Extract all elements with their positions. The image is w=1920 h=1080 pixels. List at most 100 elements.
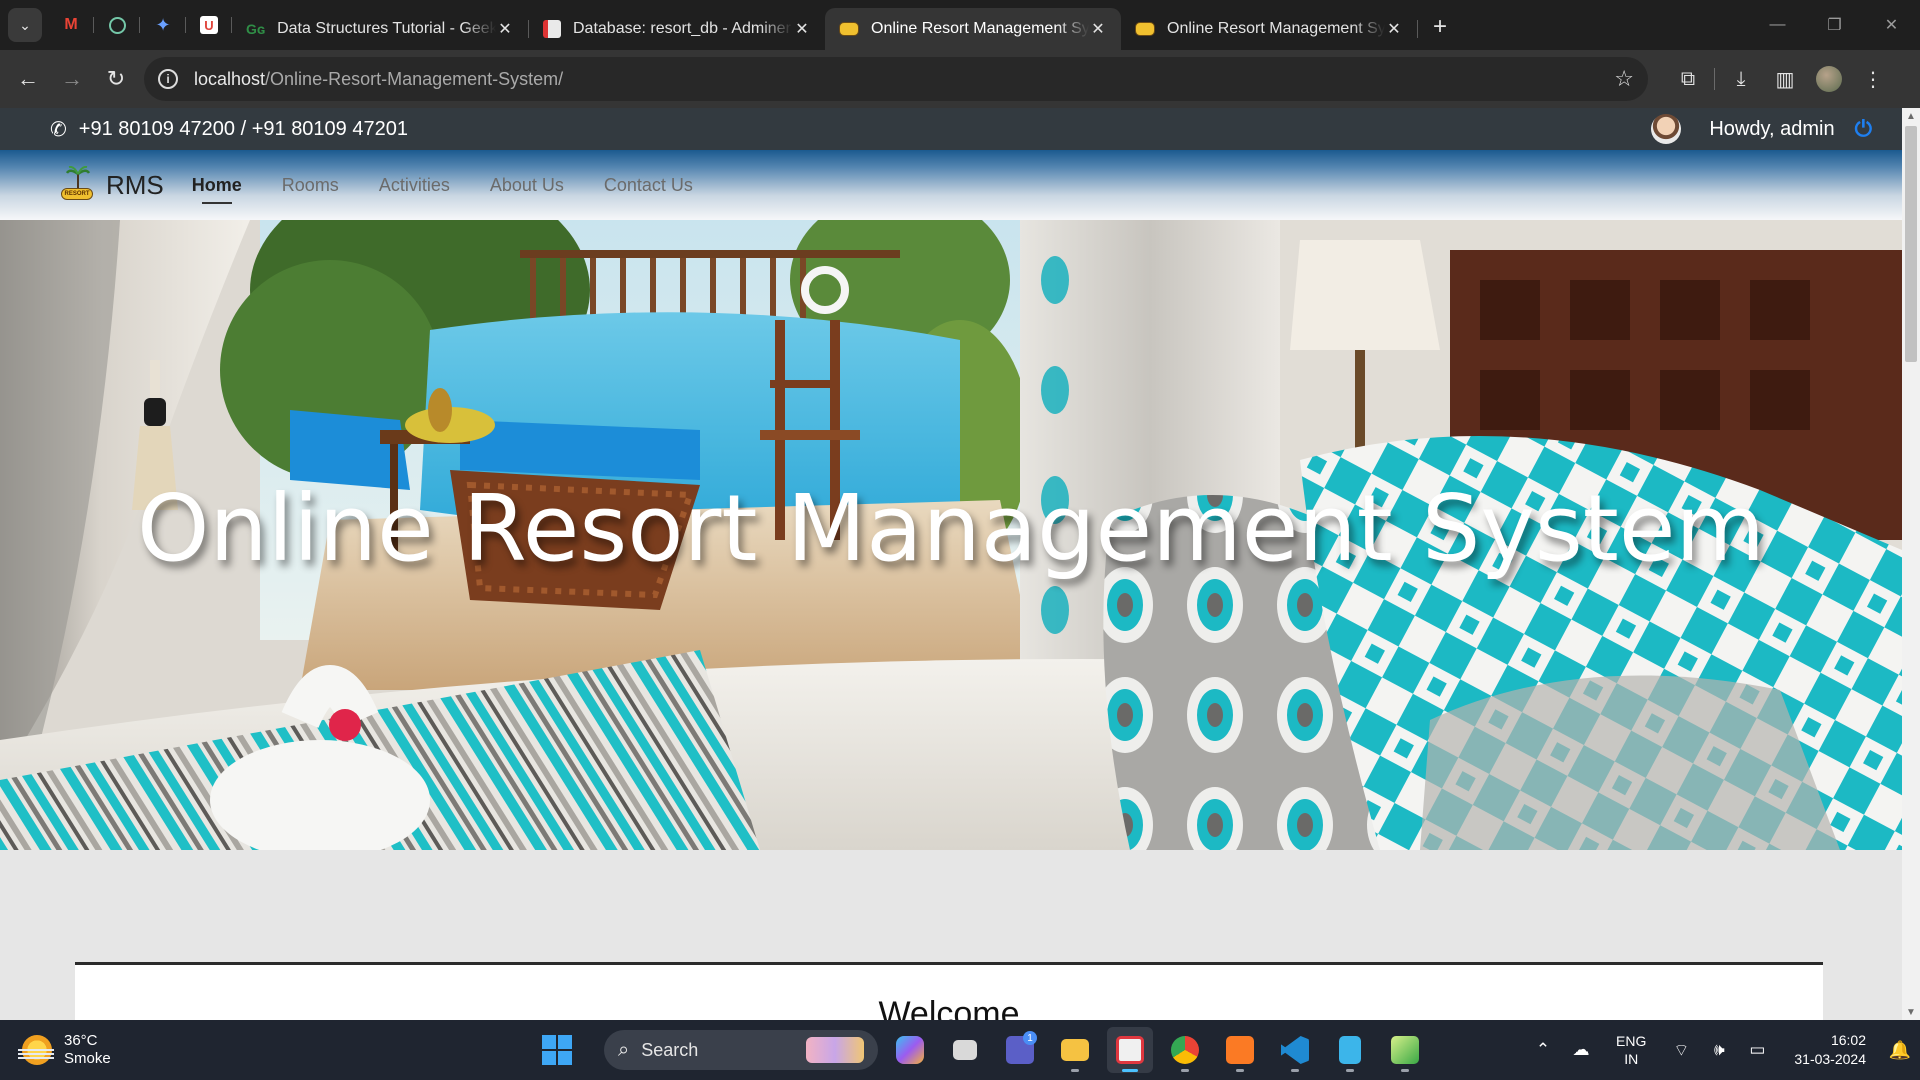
taskbar-xampp[interactable] [1217, 1027, 1263, 1073]
bookmark-star-icon[interactable]: ☆ [1614, 66, 1634, 92]
running-indicator [1346, 1069, 1354, 1072]
tab-resort[interactable]: Online Resort Management System ✕ [1121, 8, 1417, 50]
clock[interactable]: 16:02 31-03-2024 [1794, 1031, 1866, 1069]
tab-adminer[interactable]: Database: resort_db - Adminer ✕ [529, 8, 825, 50]
taskbar-notepad[interactable] [1327, 1027, 1373, 1073]
vscode-icon [1281, 1036, 1309, 1064]
nav-activities[interactable]: Activities [379, 169, 450, 202]
close-icon[interactable]: ✕ [1385, 19, 1403, 39]
running-indicator [1122, 1069, 1138, 1072]
url-path: /Online-Resort-Management-System/ [265, 68, 564, 89]
tab-title: Online Resort Management System [1167, 20, 1385, 37]
site-info-icon[interactable]: i [158, 69, 178, 89]
notepad-icon [1339, 1036, 1361, 1064]
windows-taskbar: 36°C Smoke ⌕ Search 1 ⌃ ☁ ENG IN ⌔ 🕪 ▭ 1… [0, 1020, 1920, 1080]
extensions-icon[interactable]: ⧉ [1666, 57, 1710, 101]
page-scrollbar[interactable]: ▲ ▼ [1902, 108, 1920, 1020]
phone-icon: ✆ [50, 118, 67, 141]
running-indicator [1236, 1069, 1244, 1072]
clock-date: 31-03-2024 [1794, 1051, 1866, 1067]
notification-bell-icon[interactable]: 🔔 [1880, 1040, 1920, 1061]
tab-title: Data Structures Tutorial - GeeksforGeeks [277, 20, 496, 37]
welcome-section: Welcome [75, 962, 1823, 1020]
taskbar-task-view[interactable] [942, 1027, 988, 1073]
profile-avatar[interactable] [1807, 57, 1851, 101]
pinned-tab-pocket[interactable]: U [186, 8, 232, 42]
close-window-button[interactable]: ✕ [1863, 0, 1920, 50]
download-icon[interactable]: ⤓ [1719, 57, 1763, 101]
temperature: 36°C [64, 1032, 98, 1049]
nav-rooms[interactable]: Rooms [282, 169, 339, 202]
onedrive-cloud-icon[interactable]: ☁ [1562, 1040, 1600, 1060]
new-tab-button[interactable]: + [1422, 9, 1458, 45]
greeting-text: Howdy, admin [1709, 117, 1835, 140]
taskbar-teams[interactable]: 1 [997, 1027, 1043, 1073]
url-host: localhost [194, 68, 266, 89]
tab-title: Database: resort_db - Adminer [573, 20, 791, 37]
close-icon[interactable]: ✕ [496, 19, 514, 39]
taskbar-copilot[interactable] [887, 1027, 933, 1073]
back-button[interactable]: ← [6, 57, 50, 101]
contact-info: ✆ +91 80109 47200 / +91 80109 47201 [50, 117, 408, 142]
close-icon[interactable]: ✕ [793, 19, 811, 39]
scroll-down-arrow[interactable]: ▼ [1902, 1004, 1920, 1020]
page-viewport: ✆ +91 80109 47200 / +91 80109 47201 Howd… [0, 108, 1920, 1020]
input-language[interactable]: ENG IN [1616, 1032, 1646, 1068]
search-icon: ⌕ [618, 1038, 630, 1061]
admin-avatar[interactable] [1651, 114, 1682, 144]
taskbar-search[interactable]: ⌕ Search [604, 1030, 878, 1070]
pinned-tab-gemini[interactable]: ✦ [140, 8, 186, 42]
chatgpt-icon [108, 16, 126, 34]
clock-time: 16:02 [1830, 1032, 1866, 1048]
taskbar-photos[interactable] [1382, 1027, 1428, 1073]
nav-home[interactable]: Home [192, 169, 242, 204]
side-panel-icon[interactable]: ▥ [1763, 57, 1807, 101]
close-icon[interactable]: ✕ [1089, 19, 1107, 39]
taskbar-chrome[interactable] [1162, 1027, 1208, 1073]
copilot-icon [896, 1036, 924, 1064]
address-bar[interactable]: i localhost/Online-Resort-Management-Sys… [144, 57, 1648, 101]
hero-banner: Online Resort Management System [0, 220, 1902, 850]
url-text[interactable]: localhost/Online-Resort-Management-Syste… [194, 69, 1614, 90]
wifi-icon[interactable]: ⌔ [1662, 1040, 1700, 1061]
brand[interactable]: RESORT RMS [58, 166, 164, 204]
image-viewer-icon [1391, 1036, 1419, 1064]
menu-kebab-icon[interactable]: ⋮ [1851, 57, 1895, 101]
resort-icon [839, 22, 859, 36]
main-nav: Home Rooms Activities About Us Contact U… [192, 169, 733, 204]
pinned-tab-chatgpt[interactable] [94, 8, 140, 42]
start-button[interactable] [534, 1027, 580, 1073]
taskbar-vscode[interactable] [1272, 1027, 1318, 1073]
weather-sun-haze-icon [18, 1035, 54, 1065]
toolbar-divider [1714, 68, 1715, 90]
gemini-icon: ✦ [155, 14, 171, 35]
system-tray: ⌃ ☁ ENG IN ⌔ 🕪 ▭ 16:02 31-03-2024 🔔 [1524, 1020, 1920, 1080]
taskbar-snipping-tool[interactable] [1107, 1027, 1153, 1073]
forward-button[interactable]: → [50, 57, 94, 101]
nav-about-us[interactable]: About Us [490, 169, 564, 202]
tab-divider [1417, 20, 1418, 38]
restore-button[interactable]: ❐ [1806, 0, 1863, 50]
chevron-up-icon[interactable]: ⌃ [1524, 1040, 1562, 1060]
browser-tab-strip: ⌄ M ✦ U Gɢ Data Structures Tutorial - Ge… [0, 0, 1920, 50]
taskbar-file-explorer[interactable] [1052, 1027, 1098, 1073]
scroll-up-arrow[interactable]: ▲ [1902, 108, 1920, 124]
tab-resort-active[interactable]: Online Resort Management System ✕ [825, 8, 1121, 50]
battery-icon[interactable]: ▭ [1738, 1040, 1776, 1060]
search-label: Search [641, 1039, 699, 1060]
reload-button[interactable]: ↻ [94, 57, 138, 101]
snipping-tool-icon [1116, 1036, 1144, 1064]
nav-contact-us[interactable]: Contact Us [604, 169, 693, 202]
logout-power-icon[interactable]: ⏻ [1855, 116, 1872, 142]
tab-search-button[interactable]: ⌄ [8, 8, 42, 42]
pinned-tab-gmail[interactable]: M [48, 8, 94, 42]
adminer-icon [543, 20, 561, 38]
gfg-icon: Gɢ [246, 21, 266, 37]
volume-icon[interactable]: 🕪 [1700, 1040, 1738, 1060]
scrollbar-thumb[interactable] [1905, 126, 1917, 362]
minimize-button[interactable]: — [1749, 0, 1806, 50]
tab-geeksforgeeks[interactable]: Gɢ Data Structures Tutorial - GeeksforGe… [232, 8, 528, 50]
brand-name: RMS [106, 169, 164, 200]
weather-widget[interactable]: 36°C Smoke [18, 1032, 111, 1068]
welcome-heading: Welcome [878, 995, 1020, 1020]
